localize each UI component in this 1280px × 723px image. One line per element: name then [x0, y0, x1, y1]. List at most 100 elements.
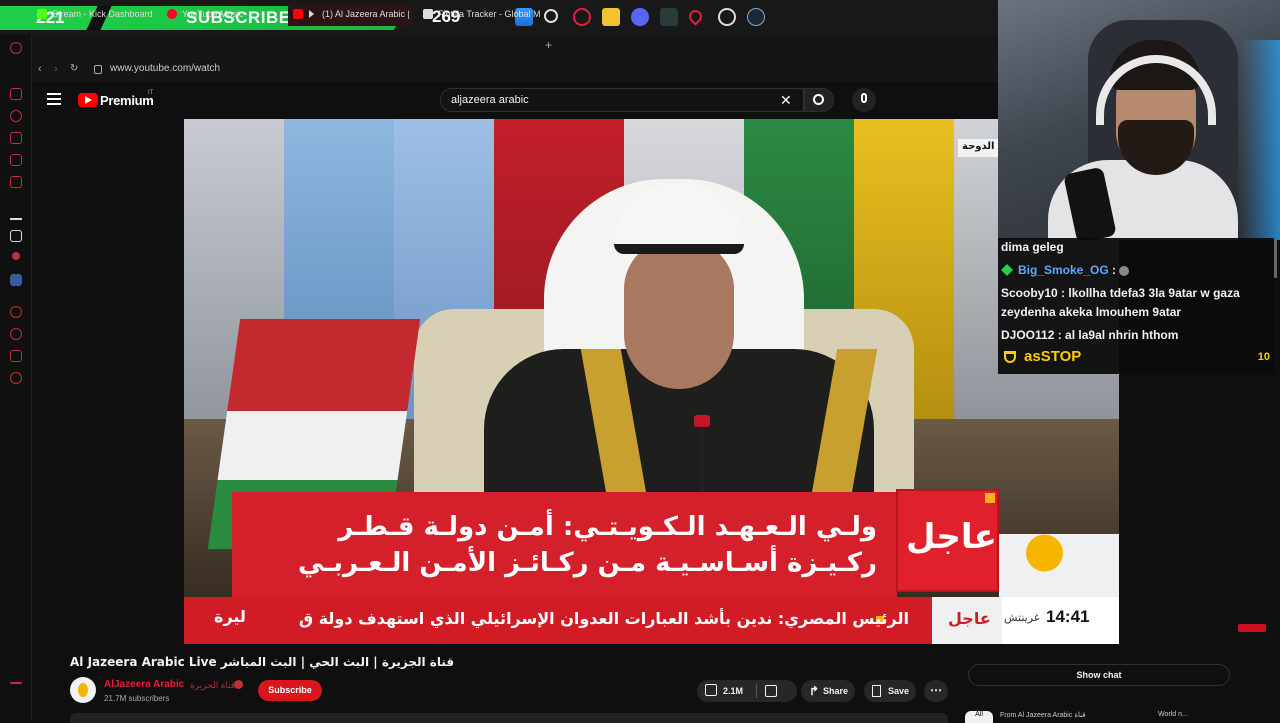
youtube-logo-text[interactable]: Premium	[100, 93, 154, 108]
tab-kick-dashboard[interactable]: Stream - Kick Dashboard	[32, 4, 162, 26]
video-player[interactable]: ولـي الـعـهـد الـكـويـتـي: أمـن دولـة قـ…	[184, 119, 1119, 644]
share-button[interactable]: ↱ Share	[801, 680, 855, 702]
more-actions-button[interactable]: ⋯	[924, 680, 948, 702]
chat-username: dima geleg	[1001, 240, 1064, 254]
tab-bar	[32, 34, 1000, 60]
chat-message: Scooby10 : lkollha tdefa3 3la 9atar w ga…	[1001, 286, 1240, 300]
file-explorer-icon[interactable]	[602, 8, 620, 26]
share-label: Share	[823, 686, 849, 696]
extensions-icon[interactable]	[10, 350, 22, 362]
headline-line-2: ركـيـزة أسـاسـيـة مـن ركـائـز الأمـن الـ…	[298, 548, 877, 578]
music-icon[interactable]	[10, 176, 22, 188]
live-badge	[1238, 624, 1266, 632]
show-chat-button[interactable]: Show chat	[968, 664, 1230, 686]
back-icon[interactable]: ‹	[38, 63, 42, 75]
chat-username: Big_Smoke_OG	[1018, 263, 1109, 277]
tab-al-jazeera[interactable]: (1) Al Jazeera Arabic |	[288, 4, 413, 26]
tab-flotilla-tracker[interactable]: Flotilla Tracker - Global M	[418, 4, 540, 26]
search-icon	[813, 94, 824, 105]
maps-pin-icon[interactable]	[686, 7, 705, 26]
chat-text: : al la9al nhrin hthom	[1057, 328, 1179, 342]
like-separator	[756, 684, 757, 698]
headline-line-1: ولـي الـعـهـد الـكـويـتـي: أمـن دولـة قـ…	[338, 512, 877, 542]
dislike-icon[interactable]	[765, 685, 777, 697]
al-jazeera-logo-icon	[1017, 509, 1072, 589]
chip-world[interactable]: World n...	[1158, 711, 1188, 718]
trophy-icon	[1004, 351, 1016, 363]
ticker-prefix: ليرة	[214, 607, 246, 626]
steam-icon[interactable]	[747, 8, 765, 26]
twitch-icon[interactable]	[10, 88, 22, 100]
chat-text: :	[1112, 263, 1117, 277]
history-icon[interactable]	[10, 328, 22, 340]
url-field[interactable]: www.youtube.com/watch	[110, 63, 220, 74]
taskbar	[500, 0, 1000, 34]
x-icon[interactable]	[10, 230, 22, 242]
speedtest-icon[interactable]	[718, 8, 736, 26]
like-icon[interactable]	[705, 684, 717, 696]
tab-label: Flotilla Tracker - Global M	[438, 9, 540, 19]
corner-marker	[985, 493, 995, 503]
tab-youtube-music[interactable]: YouTube Music	[162, 4, 282, 26]
like-dislike-group: 2.1M	[697, 680, 797, 702]
more-dots-icon: ⋯	[930, 683, 942, 697]
chat-scrollbar[interactable]	[1274, 240, 1277, 278]
forward-icon[interactable]: ›	[54, 63, 58, 75]
chat-overlay: dima geleg Big_Smoke_OG : Scooby10 : lko…	[998, 238, 1274, 374]
search-query[interactable]: aljazeera arabic	[451, 94, 529, 106]
opera-menu-icon[interactable]	[10, 42, 22, 54]
settings-icon[interactable]	[10, 372, 22, 384]
opera-icon[interactable]	[573, 8, 591, 26]
clear-search-icon[interactable]: ✕	[780, 92, 792, 109]
news-ticker: ليرة الرئيس المصري: ندين بأشد العبارات ا…	[184, 597, 1119, 644]
breaking-label: عاجل	[906, 517, 997, 557]
emote-icon	[1119, 265, 1130, 276]
channel-name[interactable]: AlJazeera Arabic	[104, 679, 184, 690]
youtube-music-icon	[167, 9, 177, 19]
description-box[interactable]	[70, 713, 948, 723]
ai-icon[interactable]	[10, 208, 22, 220]
chat-username: DJOO112	[1001, 328, 1055, 342]
search-icon[interactable]	[544, 9, 558, 23]
neon-light	[1240, 40, 1280, 240]
chat-message: DJOO112 : al la9al nhrin hthom	[1001, 328, 1178, 342]
bag-icon[interactable]	[10, 132, 22, 144]
top-chatter-name: asSTOP	[1024, 348, 1082, 365]
chip-from-channel[interactable]: From Al Jazeera Arabic قناة	[1000, 711, 1086, 719]
messenger-icon[interactable]	[10, 154, 22, 166]
voice-search-button[interactable]	[852, 88, 876, 112]
app-sidebar-icon[interactable]	[10, 274, 22, 286]
search-button[interactable]	[804, 88, 834, 112]
chip-all[interactable]: All	[965, 711, 993, 723]
hamburger-menu-icon[interactable]	[47, 93, 61, 105]
youtube-sidebar-icon[interactable]	[12, 252, 20, 260]
save-button[interactable]: Save	[864, 680, 916, 702]
player-icon[interactable]	[10, 306, 22, 318]
kick-icon	[37, 9, 47, 19]
subscribe-button[interactable]: Subscribe	[258, 680, 322, 701]
more-icon[interactable]	[10, 682, 22, 684]
microphone-icon	[861, 93, 867, 103]
browser-sidebar	[0, 34, 32, 720]
channel-name-arabic[interactable]: قناة الجزيرة	[190, 680, 235, 691]
chat-message: Big_Smoke_OG :	[1018, 263, 1130, 277]
diamond-badge-icon	[1001, 264, 1013, 276]
chat-message-continued: zeydenha akeka lmouhem 9atar	[1001, 305, 1182, 319]
refresh-icon[interactable]	[10, 110, 22, 122]
app-icon[interactable]	[660, 8, 678, 26]
reload-icon[interactable]: ↻	[70, 63, 78, 74]
verified-icon	[234, 680, 243, 689]
new-tab-button[interactable]: +	[545, 38, 552, 52]
youtube-logo-icon[interactable]	[78, 93, 98, 107]
news-lower-third: ولـي الـعـهـد الـكـويـتـي: أمـن دولـة قـ…	[232, 492, 897, 597]
lock-icon	[94, 65, 102, 74]
like-count[interactable]: 2.1M	[723, 686, 743, 696]
youtube-icon	[293, 9, 303, 19]
save-label: Save	[888, 686, 910, 696]
discord-icon[interactable]	[631, 8, 649, 26]
audio-playing-icon[interactable]	[309, 10, 314, 18]
channel-avatar[interactable]	[70, 677, 96, 703]
ticker-breaking-label: عاجل	[932, 597, 1002, 644]
location-tag: الدوحة	[958, 139, 999, 157]
ticker-time: 14:41	[1046, 607, 1090, 626]
